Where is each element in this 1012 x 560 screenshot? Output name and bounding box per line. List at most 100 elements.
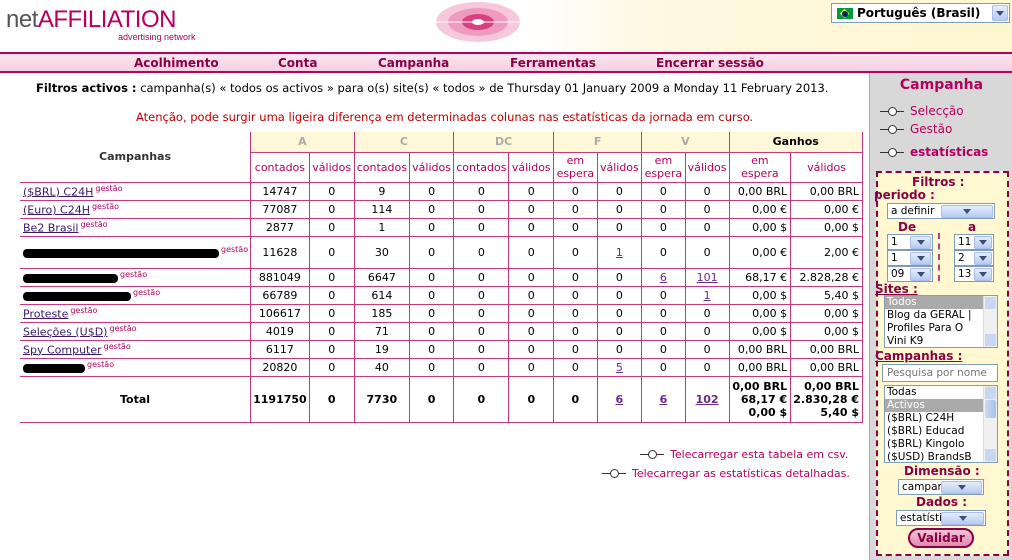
gestao-link[interactable]: gestão — [104, 342, 131, 351]
chevron-down-icon[interactable] — [974, 267, 992, 281]
nav-ferramentas[interactable]: Ferramentas — [510, 56, 596, 70]
table-cell: 0 — [685, 358, 730, 377]
a-year-value: 13 — [958, 268, 972, 280]
nav-encerrar-sessao[interactable]: Encerrar sessão — [656, 56, 764, 70]
sites-option[interactable]: Vini K9 — [885, 335, 997, 347]
table-cell: 0 — [597, 182, 643, 201]
gestao-link[interactable]: gestão — [92, 202, 119, 211]
csv-download-link[interactable]: Telecarregar esta tabela em csv. — [640, 448, 848, 461]
de-label: De — [898, 220, 917, 234]
campaign-link[interactable]: Proteste — [23, 307, 68, 320]
campaign-link[interactable]: Spy Computer — [23, 343, 102, 356]
de-day-value: 1 — [891, 236, 898, 248]
stat-link[interactable]: 101 — [697, 271, 718, 284]
table-cell: 0 — [508, 236, 555, 269]
nav-campanha[interactable]: Campanha — [378, 56, 449, 70]
campanhas-scrollbar[interactable] — [983, 386, 997, 462]
sites-label: Sites : — [875, 282, 918, 296]
nav-conta[interactable]: Conta — [278, 56, 317, 70]
chevron-down-icon[interactable] — [974, 235, 992, 249]
table-cell: 0 — [309, 268, 355, 287]
campaign-link[interactable]: (Euro) C24H — [23, 203, 90, 216]
sites-option[interactable]: Blog da GERAL | — [885, 309, 997, 322]
campanhas-option[interactable]: ($USD) BrandsB — [885, 451, 997, 462]
de-day-select[interactable]: 1 — [887, 234, 933, 250]
filters-text: campanha(s) « todos os activos » para o(… — [140, 81, 829, 95]
campanhas-listbox[interactable]: Todas Activos ($BRL) C24H ($BRL) Educad … — [884, 385, 998, 463]
redacted-campaign-name — [23, 248, 219, 258]
gestao-link[interactable]: gestão — [133, 288, 160, 297]
gestao-link[interactable]: gestão — [87, 360, 114, 369]
campaign-link[interactable]: Seleções (U$D) — [23, 325, 107, 338]
chevron-down-icon[interactable] — [910, 251, 931, 265]
dimensao-select[interactable]: campanha — [898, 479, 984, 495]
logo[interactable]: netAFFILIATION advertising network — [6, 8, 196, 43]
chevron-down-icon[interactable] — [910, 267, 931, 281]
campanhas-option[interactable]: Activos — [885, 399, 997, 412]
sites-listbox[interactable]: Todos Blog da GERAL | Profiles Para O Vi… — [884, 295, 998, 348]
table-cell: 0 — [409, 236, 455, 269]
stat-link[interactable]: 5 — [616, 361, 623, 374]
dados-select[interactable]: estatísticas — [896, 510, 986, 526]
chevron-down-icon[interactable] — [941, 480, 982, 494]
campaign-link[interactable]: Be2 Brasil — [23, 221, 78, 234]
campaign-name-cell: gestão — [20, 286, 252, 305]
filters-label: Filtros activos : — [36, 81, 137, 95]
de-month-select[interactable]: 1 — [887, 250, 933, 266]
de-year-select[interactable]: 09 — [887, 266, 933, 282]
target-bullet-icon — [602, 469, 626, 479]
sites-option[interactable]: Todos — [885, 296, 997, 309]
total-ganhos-value: 0,00 BRL — [732, 379, 788, 393]
stat-link[interactable]: 6 — [660, 271, 667, 284]
total-ganhos-value: 5,40 $ — [820, 405, 859, 419]
stat-link[interactable]: 102 — [696, 393, 719, 406]
stat-link[interactable]: 1 — [616, 246, 623, 259]
gestao-link[interactable]: gestão — [80, 220, 107, 229]
detailed-stats-link[interactable]: Telecarregar as estatísticas detalhadas. — [602, 467, 850, 480]
gestao-link[interactable]: gestão — [120, 270, 147, 279]
chevron-down-icon[interactable] — [941, 204, 993, 218]
campanhas-option[interactable]: ($BRL) Kingolo — [885, 438, 997, 451]
table-cell: 0 — [453, 358, 510, 377]
gestao-link[interactable]: gestão — [221, 245, 248, 254]
total-cell: 6 — [641, 376, 686, 423]
campanhas-option[interactable]: Todas — [885, 386, 997, 399]
sidebar-link-estatisticas[interactable]: estatísticas — [880, 145, 988, 159]
chevron-down-icon[interactable] — [974, 251, 992, 265]
de-month-value: 1 — [891, 252, 898, 264]
language-select[interactable]: Português (Brasil) — [831, 3, 1010, 23]
table-cell: 0,00 $ — [790, 304, 863, 323]
de-year-value: 09 — [891, 268, 905, 280]
campaign-search-input[interactable] — [882, 364, 998, 382]
chevron-down-icon[interactable] — [941, 511, 984, 525]
sites-option[interactable]: Profiles Para O — [885, 322, 997, 335]
column-header: em espera — [729, 152, 792, 183]
a-year-select[interactable]: 13 — [954, 266, 994, 282]
column-header: contados — [250, 152, 310, 183]
table-cell: 0,00 $ — [729, 286, 792, 305]
table-cell: 0 — [641, 322, 686, 341]
a-month-select[interactable]: 2 — [954, 250, 994, 266]
dimensao-value: campanha — [902, 481, 941, 493]
stat-link[interactable]: 6 — [616, 393, 624, 406]
campanhas-option[interactable]: ($BRL) C24H — [885, 412, 997, 425]
chevron-down-icon[interactable] — [992, 5, 1008, 21]
gestao-link[interactable]: gestão — [70, 306, 97, 315]
table-cell: 0,00 € — [729, 200, 792, 219]
validar-button[interactable]: Validar — [908, 528, 974, 548]
campanhas-option[interactable]: ($BRL) Educad — [885, 425, 997, 438]
stat-link[interactable]: 6 — [660, 393, 668, 406]
sites-scrollbar[interactable] — [983, 296, 997, 347]
periodo-select[interactable]: a definir — [887, 203, 995, 219]
stat-link[interactable]: 1 — [704, 289, 711, 302]
nav-acolhimento[interactable]: Acolhimento — [134, 56, 219, 70]
campaign-link[interactable]: ($BRL) C24H — [23, 185, 93, 198]
table-cell: 1 — [597, 236, 643, 269]
sidebar-link-seleccao[interactable]: Selecção — [880, 104, 964, 118]
sidebar-link-gestao[interactable]: Gestão — [880, 122, 952, 136]
a-day-select[interactable]: 11 — [954, 234, 994, 250]
chevron-down-icon[interactable] — [910, 235, 931, 249]
gestao-link[interactable]: gestão — [109, 324, 136, 333]
table-row: gestão 881049 0 6647 0 0 0 0 0 6 101 68,17 €2.828,2… — [20, 268, 863, 287]
gestao-link[interactable]: gestão — [95, 184, 122, 193]
